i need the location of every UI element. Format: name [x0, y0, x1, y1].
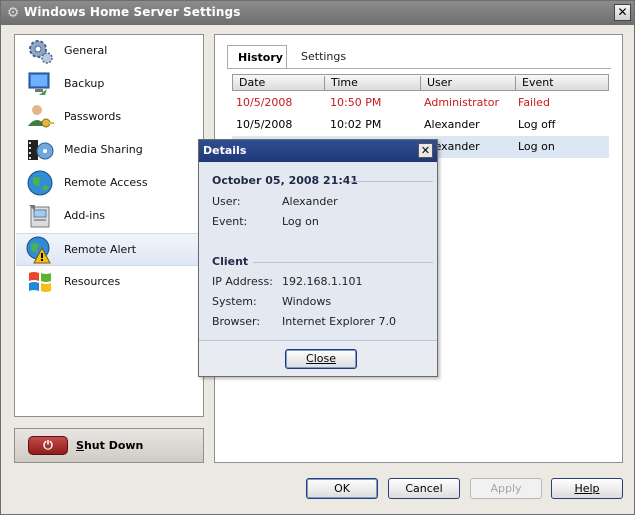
nav-item-general[interactable]: General — [16, 35, 202, 68]
ok-button[interactable]: OK — [306, 478, 378, 499]
cell-event: Failed — [518, 96, 550, 109]
server-settings-icon: ⚙ — [6, 5, 20, 21]
divider — [349, 181, 433, 182]
column-header-time[interactable]: Time — [325, 76, 421, 91]
cell-date: 10/5/2008 — [236, 118, 293, 131]
nav-item-remote-access[interactable]: Remote Access — [16, 167, 202, 200]
details-dialog: Details ✕ October 05, 2008 21:41 User: A… — [198, 139, 438, 377]
title-bar[interactable]: ⚙ Windows Home Server Settings ✕ — [1, 1, 634, 25]
cell-user: Administrator — [424, 96, 499, 109]
details-footer: Close — [199, 340, 437, 376]
cell-event: Log on — [518, 140, 555, 153]
windows-logo-icon — [29, 272, 51, 292]
cell-date: 10/5/2008 — [236, 96, 293, 109]
details-title-bar[interactable]: Details ✕ — [199, 140, 437, 162]
backup-icon — [28, 72, 50, 95]
event-value: Log on — [282, 215, 319, 228]
details-close-icon[interactable]: ✕ — [418, 143, 433, 158]
user-key-icon — [28, 105, 54, 128]
client-heading: Client — [212, 255, 249, 268]
nav-label-media-sharing: Media Sharing — [64, 143, 143, 156]
column-header-date[interactable]: Date — [233, 76, 325, 91]
globe-icon — [27, 170, 53, 196]
tab-history[interactable]: History — [227, 45, 287, 69]
tab-divider — [227, 68, 611, 69]
close-button-label: Close — [306, 352, 336, 365]
cell-event: Log off — [518, 118, 556, 131]
nav-label-remote-alert: Remote Alert — [64, 243, 137, 256]
nav-item-add-ins[interactable]: Add-ins — [16, 200, 202, 233]
addins-icon — [29, 205, 50, 228]
nav-label-backup: Backup — [64, 77, 105, 90]
nav-item-resources[interactable]: Resources — [16, 266, 202, 299]
media-sharing-icon — [28, 140, 54, 160]
ip-value: 192.168.1.101 — [282, 275, 363, 288]
column-header-event[interactable]: Event — [516, 76, 608, 91]
nav-item-backup[interactable]: Backup — [16, 68, 202, 101]
globe-alert-icon — [26, 236, 51, 264]
nav-label-resources: Resources — [64, 275, 121, 288]
nav-item-remote-alert[interactable]: Remote Alert — [16, 233, 202, 266]
nav-label-remote-access: Remote Access — [64, 176, 148, 189]
nav-label-passwords: Passwords — [64, 110, 122, 123]
cancel-button[interactable]: Cancel — [388, 478, 460, 499]
details-timestamp: October 05, 2008 21:41 — [212, 174, 359, 187]
nav-label-general: General — [64, 44, 108, 57]
table-row[interactable]: 10/5/2008 10:02 PM Alexander Log off — [232, 114, 609, 136]
user-label: User: — [212, 195, 241, 208]
browser-label: Browser: — [212, 315, 261, 328]
nav-label-add-ins: Add-ins — [64, 209, 106, 222]
details-close-button[interactable]: Close — [285, 349, 357, 369]
divider — [253, 262, 433, 263]
user-value: Alexander — [282, 195, 338, 208]
gear-icon — [29, 40, 53, 64]
cell-time: 10:50 PM — [330, 96, 382, 109]
apply-button[interactable]: Apply — [470, 478, 542, 499]
shutdown-button[interactable]: ⏻ Shut Down — [14, 428, 204, 463]
nav-item-media-sharing[interactable]: Media Sharing — [16, 134, 202, 167]
column-header-user[interactable]: User — [421, 76, 516, 91]
details-title: Details — [203, 144, 247, 157]
system-label: System: — [212, 295, 257, 308]
shutdown-label: Shut Down — [76, 439, 144, 452]
help-button-label: Help — [574, 482, 600, 495]
event-label: Event: — [212, 215, 248, 228]
power-icon: ⏻ — [28, 436, 68, 455]
help-button[interactable]: Help — [551, 478, 623, 499]
window-title: Windows Home Server Settings — [24, 5, 241, 19]
cell-time: 10:02 PM — [330, 118, 382, 131]
system-value: Windows — [282, 295, 332, 308]
cell-user: Alexander — [424, 118, 480, 131]
table-row[interactable]: 10/5/2008 10:50 PM Administrator Failed — [232, 92, 609, 114]
ip-label: IP Address: — [212, 275, 273, 288]
nav-item-passwords[interactable]: Passwords — [16, 101, 202, 134]
browser-value: Internet Explorer 7.0 — [282, 315, 396, 328]
settings-nav: General Backup Passwords Media Sharing R… — [14, 34, 204, 417]
window-close-button[interactable]: ✕ — [614, 4, 631, 21]
tab-settings[interactable]: Settings — [291, 45, 349, 69]
settings-window: ⚙ Windows Home Server Settings ✕ General… — [0, 0, 635, 515]
table-header: Date Time User Event — [232, 74, 609, 91]
